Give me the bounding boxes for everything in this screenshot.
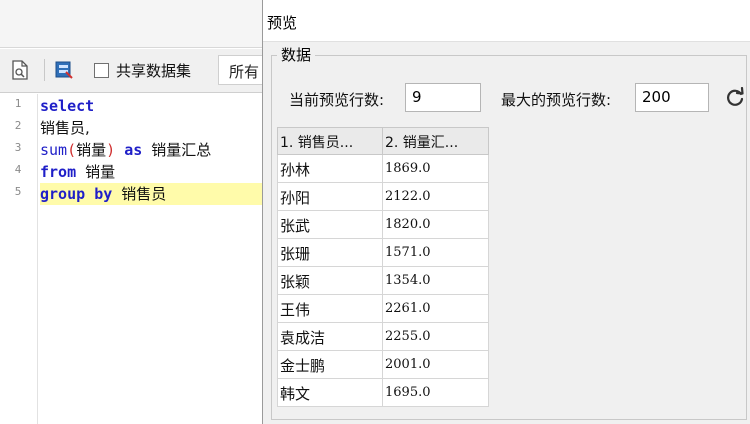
line-number: 4 xyxy=(14,163,22,176)
sales-total-cell: 1820.0 xyxy=(385,217,431,232)
code-line-5[interactable]: group by 销售员 xyxy=(40,183,262,205)
sql-keyword: as xyxy=(124,141,143,159)
editor-top-area xyxy=(0,0,262,48)
line-number: 2 xyxy=(14,119,22,132)
sql-alias: 销量汇总 xyxy=(151,141,212,159)
sales-total-cell: 1354.0 xyxy=(385,273,431,288)
salesperson-cell: 张武 xyxy=(278,211,383,238)
refresh-icon xyxy=(727,87,744,106)
salesperson-cell: 张珊 xyxy=(278,239,383,266)
table-row[interactable]: 孙阳 2122.0 xyxy=(277,183,489,211)
line-number: 3 xyxy=(14,141,22,154)
max-rows-value: 200 xyxy=(642,88,671,106)
table-row[interactable]: 金士鹏 2001.0 xyxy=(277,351,489,379)
table-row[interactable]: 孙林 1869.0 xyxy=(277,155,489,183)
table-row[interactable]: 张珊 1571.0 xyxy=(277,239,489,267)
salesperson-cell: 韩文 xyxy=(278,379,383,406)
sales-total-cell: 2122.0 xyxy=(385,189,431,204)
table-row[interactable]: 王伟 2261.0 xyxy=(277,295,489,323)
sql-keyword: select xyxy=(40,97,95,115)
table-row[interactable]: 韩文 1695.0 xyxy=(277,379,489,407)
sql-table: 销量 xyxy=(85,163,116,181)
current-rows-value: 9 xyxy=(412,88,422,106)
code-line-2[interactable]: 销售员, xyxy=(40,117,262,139)
sql-keyword: by xyxy=(94,185,113,203)
share-dataset-label: 共享数据集 xyxy=(116,62,192,80)
salesperson-cell: 孙阳 xyxy=(278,183,383,210)
sql-paren-open: ( xyxy=(67,141,77,159)
code-line-1[interactable]: select xyxy=(40,95,262,117)
preview-dialog: 预览 数据 当前预览行数: 9 最大的预览行数: 200 1. 销售员... 2… xyxy=(262,0,750,424)
sales-total-cell: 2261.0 xyxy=(385,301,431,316)
sql-argument: 销量 xyxy=(76,141,107,159)
data-group-title: 数据 xyxy=(277,44,316,65)
max-rows-label: 最大的预览行数: xyxy=(501,91,612,109)
table-row[interactable]: 张武 1820.0 xyxy=(277,211,489,239)
toolbar-separator xyxy=(44,59,45,81)
max-rows-field[interactable]: 200 xyxy=(635,83,709,112)
sql-keyword: from xyxy=(40,163,77,181)
dialog-title: 预览 xyxy=(267,14,298,32)
sales-total-cell: 1869.0 xyxy=(385,161,431,176)
dataset-icon xyxy=(55,61,73,79)
table-row[interactable]: 张颖 1354.0 xyxy=(277,267,489,295)
dialog-titlebar[interactable]: 预览 xyxy=(263,0,750,42)
preview-doc-icon xyxy=(12,60,28,80)
column-header-sales-total[interactable]: 2. 销量汇... xyxy=(383,128,489,154)
table-header: 1. 销售员... 2. 销量汇... xyxy=(277,127,489,155)
sql-column: 销售员, xyxy=(40,119,90,137)
line-number: 5 xyxy=(14,185,22,198)
column-header-salesperson[interactable]: 1. 销售员... xyxy=(278,128,383,154)
salesperson-cell: 张颖 xyxy=(278,267,383,294)
sql-editor[interactable]: 1 2 3 4 5 select 销售员, sum(销量) as 销量汇总 fr… xyxy=(0,94,262,424)
sales-total-cell: 1695.0 xyxy=(385,385,431,400)
share-dataset-checkbox[interactable] xyxy=(94,63,109,78)
code-line-4[interactable]: from 销量 xyxy=(40,161,262,183)
salesperson-cell: 孙林 xyxy=(278,155,383,182)
preview-doc-button[interactable] xyxy=(8,58,32,82)
sql-column: 销售员 xyxy=(121,185,167,203)
salesperson-cell: 王伟 xyxy=(278,295,383,322)
sql-paren-close: ) xyxy=(106,141,116,159)
table-row[interactable]: 袁成洁 2255.0 xyxy=(277,323,489,351)
sales-total-cell: 2255.0 xyxy=(385,329,431,344)
code-line-3[interactable]: sum(销量) as 销量汇总 xyxy=(40,139,262,161)
refresh-button[interactable] xyxy=(721,84,749,112)
dataset-button[interactable] xyxy=(52,58,76,82)
current-rows-label: 当前预览行数: xyxy=(289,91,385,109)
line-number: 1 xyxy=(14,97,22,110)
sql-function: sum xyxy=(40,141,68,159)
editor-toolbar: 共享数据集 所有 xyxy=(0,49,278,93)
salesperson-cell: 金士鹏 xyxy=(278,351,383,378)
sales-total-cell: 2001.0 xyxy=(385,357,431,372)
sql-keyword: group xyxy=(40,185,86,203)
line-number-gutter: 1 2 3 4 5 xyxy=(0,94,38,424)
datasource-dropdown-value: 所有 xyxy=(229,63,260,81)
sales-total-cell: 1571.0 xyxy=(385,245,431,260)
salesperson-cell: 袁成洁 xyxy=(278,323,383,350)
current-rows-field[interactable]: 9 xyxy=(405,83,481,112)
